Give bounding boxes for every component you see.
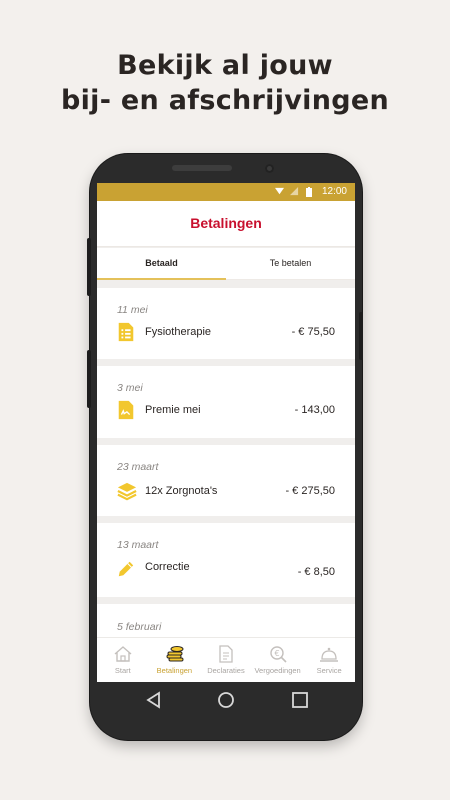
stack-layers-icon (117, 482, 137, 501)
home-icon (114, 646, 132, 662)
status-bar: 12:00 (97, 183, 355, 201)
payment-item[interactable]: 3 mei Premie mei - 143,00 (97, 366, 355, 438)
volume-button (87, 350, 91, 408)
payment-description: Correctie (145, 561, 190, 573)
nav-declaraties[interactable]: Declaraties (200, 638, 252, 682)
payment-date: 3 mei (117, 382, 143, 394)
bottom-navigation: Start Betalingen Declaraties € Vergoedin… (97, 637, 355, 682)
headline-line-2: bij- en afschrijvingen (60, 85, 389, 116)
nav-label: Vergoedingen (254, 666, 301, 675)
payment-amount: - € 75,50 (291, 326, 335, 338)
document-signature-icon (118, 400, 134, 420)
phone-screen: 12:00 Betalingen Betaald Te betalen 11 m… (97, 183, 355, 682)
payment-item[interactable]: 23 maart 12x Zorgnota's - € 275,50 (97, 445, 355, 516)
recent-apps-icon[interactable] (291, 691, 309, 709)
service-bell-icon (320, 647, 339, 662)
nav-label: Service (316, 666, 342, 675)
system-navigation-bar (97, 682, 355, 718)
home-circle-icon[interactable] (217, 691, 235, 709)
wifi-icon (275, 187, 284, 195)
pencil-icon (118, 561, 134, 577)
payment-date: 11 mei (117, 304, 148, 316)
coins-icon (166, 646, 184, 662)
status-time: 12:00 (321, 186, 347, 197)
svg-text:€: € (274, 649, 279, 658)
back-icon[interactable] (145, 691, 163, 709)
payment-description: 12x Zorgnota's (145, 485, 218, 497)
payment-description: Premie mei (145, 404, 201, 416)
payment-date: 5 februari (117, 621, 162, 633)
tab-bar: Betaald Te betalen (97, 248, 355, 280)
headline: Bekijk al jouw bij- en afschrijvingen (0, 48, 450, 118)
power-button (359, 312, 363, 360)
tab-te-betalen[interactable]: Te betalen (226, 248, 355, 280)
nav-vergoedingen[interactable]: € Vergoedingen (252, 638, 304, 682)
nav-label: Betalingen (156, 666, 193, 675)
payment-amount: - 143,00 (294, 404, 335, 416)
signal-icon (290, 187, 299, 196)
payment-item[interactable]: 11 mei Fysiotherapie - € 75,50 (97, 288, 355, 359)
earpiece-speaker (172, 165, 232, 171)
payment-date: 23 maart (117, 461, 159, 473)
euro-search-icon: € (270, 646, 287, 663)
headline-line-1: Bekijk al jouw (117, 50, 333, 81)
page-title: Betalingen (190, 215, 262, 231)
nav-betalingen[interactable]: Betalingen (149, 638, 201, 682)
document-list-icon (118, 322, 134, 342)
front-camera (265, 164, 274, 173)
tab-betaald[interactable]: Betaald (97, 248, 226, 280)
payment-description: Fysiotherapie (145, 326, 212, 338)
payment-amount: - € 275,50 (285, 485, 335, 497)
document-icon (219, 645, 233, 663)
battery-icon (306, 187, 312, 197)
volume-button (87, 238, 91, 296)
nav-label: Declaraties (207, 666, 245, 675)
app-header: Betalingen (97, 201, 355, 247)
payment-date: 13 maart (117, 539, 159, 551)
nav-label: Start (114, 666, 131, 675)
payment-amount: - € 8,50 (297, 566, 335, 578)
nav-start[interactable]: Start (97, 638, 149, 682)
nav-service[interactable]: Service (303, 638, 355, 682)
payment-item[interactable]: 13 maart Correctie - € 8,50 (97, 523, 355, 597)
